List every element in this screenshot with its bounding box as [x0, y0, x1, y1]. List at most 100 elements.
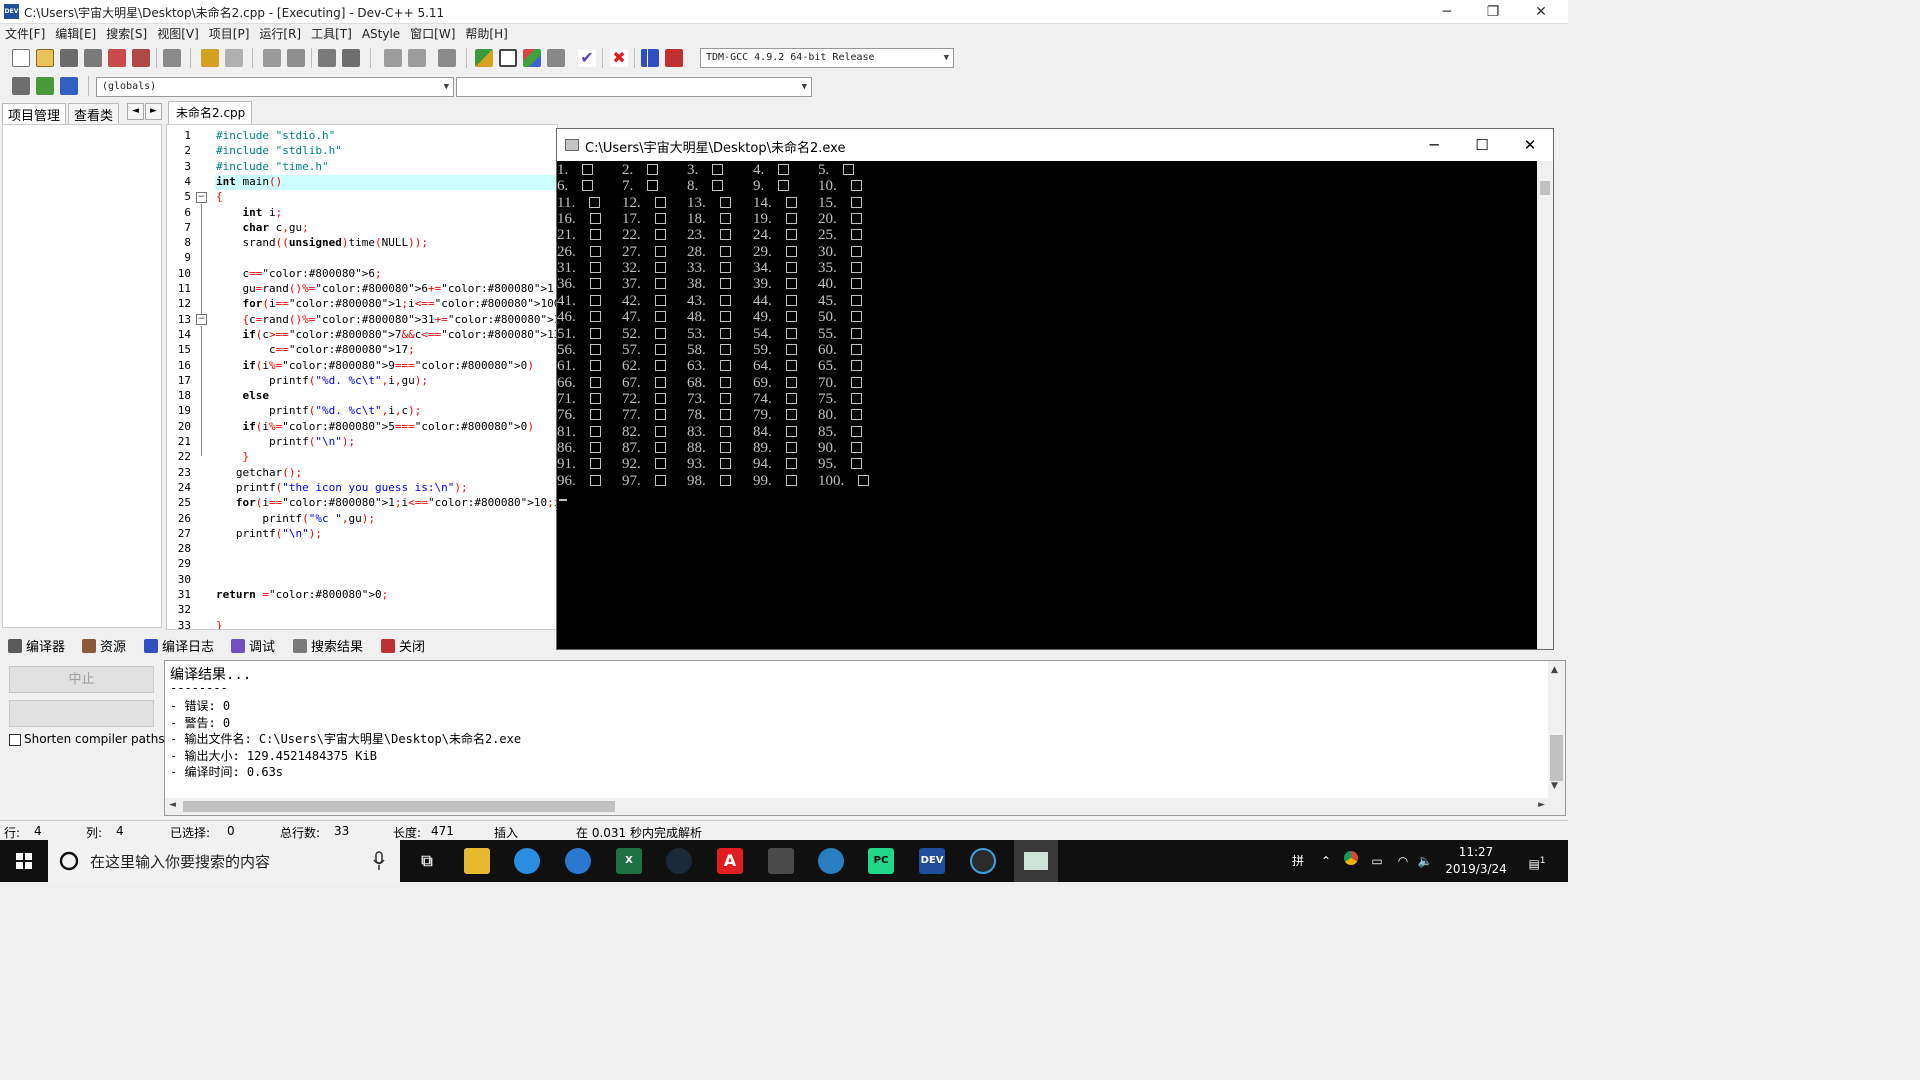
console-scrollbar[interactable]	[1537, 161, 1553, 649]
volume-mute-icon[interactable]: 🔈	[1414, 840, 1436, 882]
insert-icon[interactable]	[12, 77, 30, 95]
task-view-icon[interactable]: ⧉	[414, 848, 440, 874]
log-vertical-scrollbar[interactable]: ▲ ▼	[1548, 661, 1565, 815]
redo-icon[interactable]	[225, 49, 243, 67]
syntax-check-icon[interactable]: ✔	[578, 49, 596, 67]
goto-function-icon[interactable]	[342, 49, 360, 67]
symbol-select[interactable]: ▼	[456, 77, 812, 97]
notification-icon[interactable]: ▤1	[1522, 840, 1552, 882]
unindent-icon[interactable]	[408, 49, 426, 67]
glyph-box-icon	[850, 262, 862, 274]
line-number: 30	[177, 572, 191, 586]
save-all-icon[interactable]	[84, 49, 102, 67]
fold-toggle-icon[interactable]: −	[196, 314, 207, 325]
excel-icon[interactable]: X	[616, 848, 642, 874]
glyph-box-icon	[778, 164, 790, 175]
menu-window[interactable]: 窗口[W]	[405, 24, 460, 44]
tab-compile-log[interactable]: 编译日志	[144, 636, 214, 655]
tab-debug[interactable]: 调试	[231, 636, 275, 655]
console-maximize-button[interactable]: ☐	[1459, 129, 1505, 161]
search-input[interactable]: 在这里输入你要搜索的内容	[90, 851, 270, 872]
transfer-app-icon[interactable]	[514, 848, 540, 874]
devcpp-taskbar-icon[interactable]: DEV	[919, 848, 945, 874]
taskbar-search[interactable]: 在这里输入你要搜索的内容	[48, 840, 400, 882]
stop-execution-icon[interactable]: ✖	[610, 49, 628, 67]
goto-bookmark-icon[interactable]	[60, 77, 78, 95]
game-controller-icon[interactable]	[818, 848, 844, 874]
code-editor[interactable]: 1 2 3 4 5 6 7 8 9 10 11 12 13 14 15 16 17 18 19 20 21 22 23 24 2…	[166, 124, 558, 630]
save-icon[interactable]	[60, 49, 78, 67]
console-minimize-button[interactable]: ─	[1411, 129, 1457, 161]
tab-next-icon[interactable]: ►	[145, 103, 162, 120]
restore-button[interactable]: ❐	[1470, 0, 1516, 24]
chrome-tray-icon[interactable]	[1340, 840, 1362, 882]
indent-icon[interactable]	[384, 49, 402, 67]
clock-app-icon[interactable]	[565, 848, 591, 874]
compile-icon[interactable]	[475, 49, 493, 67]
file-explorer-icon[interactable]	[464, 848, 490, 874]
chevron-up-icon[interactable]: ⌃	[1316, 840, 1336, 882]
tab-class-browser[interactable]: 查看类	[68, 103, 120, 126]
toggle-bookmark-icon[interactable]	[36, 77, 54, 95]
tab-close[interactable]: 关闭	[381, 636, 425, 655]
tab-resources[interactable]: 资源	[82, 636, 126, 655]
steam-icon[interactable]	[666, 848, 692, 874]
undo-icon[interactable]	[201, 49, 219, 67]
rebuild-icon[interactable]	[547, 49, 565, 67]
find-icon[interactable]	[263, 49, 281, 67]
ime-indicator[interactable]: 拼	[1288, 840, 1308, 882]
wifi-icon[interactable]: ◠	[1392, 840, 1414, 882]
scroll-up-icon[interactable]: ▲	[1551, 665, 1558, 675]
tab-compiler[interactable]: 编译器	[8, 636, 65, 655]
compile-run-icon[interactable]	[523, 49, 541, 67]
menu-run[interactable]: 运行[R]	[254, 24, 306, 44]
goto-line-icon[interactable]	[318, 49, 336, 67]
open-file-icon[interactable]	[36, 49, 54, 67]
run-icon[interactable]	[499, 49, 517, 67]
close-file-icon[interactable]	[108, 49, 126, 67]
tab-resources-label: 资源	[100, 640, 127, 655]
log-horizontal-scrollbar[interactable]: ◄ ►	[165, 798, 1549, 815]
scroll-right-icon[interactable]: ►	[1538, 800, 1545, 810]
delete-profile-icon[interactable]	[665, 49, 683, 67]
menu-view[interactable]: 视图[V]	[152, 24, 204, 44]
scroll-left-icon[interactable]: ◄	[169, 800, 176, 810]
minimize-button[interactable]: ─	[1424, 0, 1470, 24]
tab-project-manager[interactable]: 项目管理	[2, 103, 67, 126]
tab-prev-icon[interactable]: ◄	[127, 103, 144, 120]
menu-file[interactable]: 文件[F]	[0, 24, 50, 44]
compiler-select[interactable]: TDM-GCC 4.9.2 64-bit Release ▼	[700, 48, 954, 68]
profile-icon[interactable]	[641, 49, 659, 67]
print-icon[interactable]	[163, 49, 181, 67]
toggle-comment-icon[interactable]	[438, 49, 456, 67]
menu-project[interactable]: 项目[P]	[204, 24, 255, 44]
new-file-icon[interactable]	[12, 49, 30, 67]
replace-icon[interactable]	[287, 49, 305, 67]
menu-astyle[interactable]: AStyle	[357, 24, 405, 44]
project-panel[interactable]	[2, 124, 162, 628]
menu-search[interactable]: 搜索[S]	[101, 24, 152, 44]
circle-app-icon[interactable]	[970, 848, 996, 874]
pycharm-icon[interactable]: PC	[868, 848, 894, 874]
clock[interactable]: 11:27 2019/3/24	[1436, 844, 1516, 878]
menu-help[interactable]: 帮助[H]	[460, 24, 512, 44]
calculator-icon[interactable]	[768, 848, 794, 874]
battery-icon[interactable]: ▭	[1366, 840, 1388, 882]
fold-toggle-icon[interactable]: −	[196, 192, 207, 203]
acrobat-icon[interactable]: A	[717, 848, 743, 874]
scope-select[interactable]: (globals) ▼	[96, 77, 454, 97]
editor-tab[interactable]: 未命名2.cpp	[168, 101, 252, 124]
abort-button[interactable]: 中止	[9, 666, 154, 693]
menu-tools[interactable]: 工具[T]	[306, 24, 357, 44]
start-button[interactable]	[0, 840, 48, 882]
scroll-down-icon[interactable]: ▼	[1551, 781, 1558, 791]
compile-log[interactable]: 编译结果... -------- - 错误: 0- 警告: 0- 输出文件名: C:…	[164, 660, 1566, 816]
console-window[interactable]: C:\Users\宇宙大明星\Desktop\未命名2.exe ─ ☐ ✕ 1.…	[556, 128, 1554, 650]
console-close-button[interactable]: ✕	[1507, 129, 1553, 161]
shorten-paths-checkbox[interactable]	[9, 734, 21, 746]
close-button[interactable]: ✕	[1518, 0, 1564, 24]
close-all-icon[interactable]	[132, 49, 150, 67]
tab-search-results[interactable]: 搜索结果	[293, 636, 363, 655]
console-taskbar-item[interactable]	[1014, 840, 1058, 882]
menu-edit[interactable]: 编辑[E]	[50, 24, 101, 44]
